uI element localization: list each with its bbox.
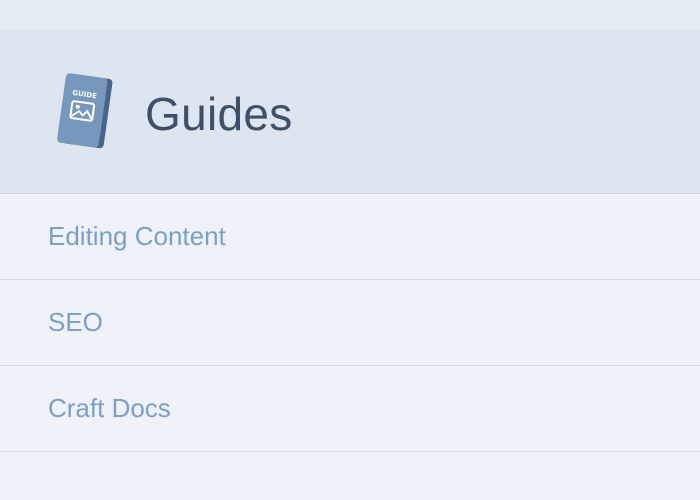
guides-list: Editing Content SEO Craft Docs — [0, 194, 700, 452]
guide-book-icon: GUIDE — [54, 73, 118, 153]
editing-content-link[interactable]: Editing Content — [48, 220, 226, 252]
list-item-editing-content[interactable]: Editing Content — [0, 194, 700, 280]
craft-docs-link[interactable]: Craft Docs — [48, 392, 171, 424]
seo-link[interactable]: SEO — [48, 306, 103, 338]
guides-header: GUIDE Guides — [0, 30, 700, 194]
list-item-craft-docs[interactable]: Craft Docs — [0, 366, 700, 452]
top-strip — [0, 0, 700, 30]
list-item-seo[interactable]: SEO — [0, 280, 700, 366]
page-title: Guides — [145, 88, 293, 140]
